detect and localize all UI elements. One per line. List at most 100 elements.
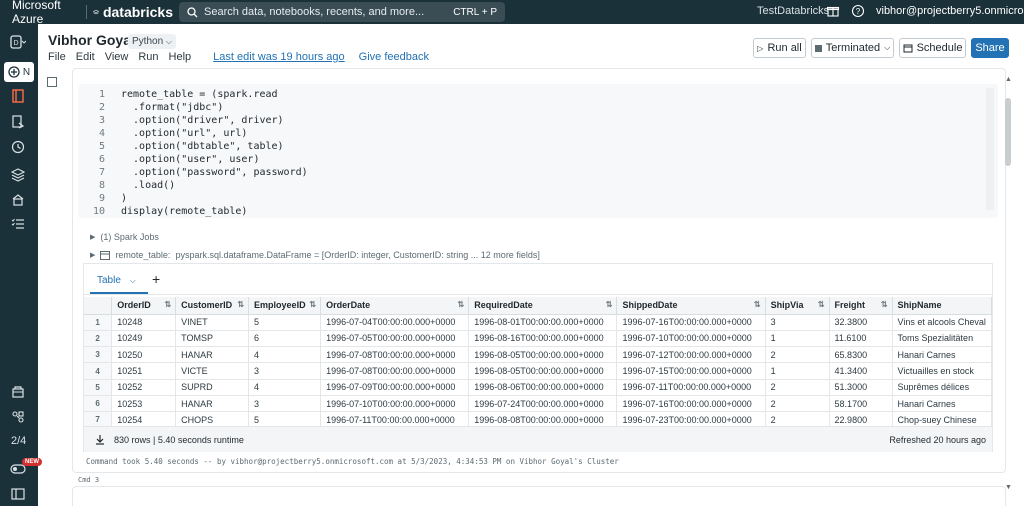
table-cell[interactable]: 1996-07-15T00:00:00.000+0000 xyxy=(616,362,766,380)
spark-jobs-toggle[interactable]: ▶ (1) Spark Jobs xyxy=(90,232,159,242)
table-cell[interactable]: 1996-07-10T00:00:00.000+0000 xyxy=(320,395,470,413)
table-cell[interactable]: 3 xyxy=(248,362,322,380)
table-cell[interactable]: 2 xyxy=(765,346,830,364)
row-number[interactable]: 1 xyxy=(84,314,113,331)
column-header[interactable]: ShippedDate ⇅ xyxy=(616,297,766,315)
table-row[interactable]: 6 10253 HANAR 3 1996-07-10T00:00:00.000+0000… xyxy=(84,395,993,413)
table-cell[interactable]: VINET xyxy=(175,314,250,331)
table-cell[interactable]: 10248 xyxy=(111,314,177,331)
recents-clock-icon[interactable] xyxy=(8,137,28,157)
partner-connect-icon[interactable] xyxy=(8,407,28,427)
language-selector[interactable]: Python ⌵ xyxy=(128,34,176,49)
table-cell[interactable]: 1996-07-16T00:00:00.000+0000 xyxy=(616,395,766,413)
user-menu[interactable]: vibhor@projectberry5.onmicrosoft... xyxy=(876,5,1024,17)
table-row[interactable]: 2 10249 TOMSP 6 1996-07-05T00:00:00.000+0000… xyxy=(84,330,993,348)
data-catalog-icon[interactable] xyxy=(8,165,28,185)
table-cell[interactable]: 41.3400 xyxy=(829,362,893,380)
next-notebook-cell[interactable] xyxy=(72,486,1006,506)
table-cell[interactable]: 2 xyxy=(765,395,830,413)
table-cell[interactable]: 1996-07-12T00:00:00.000+0000 xyxy=(616,346,766,364)
column-header[interactable]: ShipName xyxy=(892,297,993,315)
row-number[interactable]: 6 xyxy=(84,395,113,413)
table-cell[interactable]: Victuailles en stock xyxy=(892,362,993,380)
workflows-icon[interactable] xyxy=(8,214,28,234)
sort-icon[interactable]: ⇅ xyxy=(881,300,888,309)
menu-run[interactable]: Run xyxy=(138,51,158,63)
table-cell[interactable]: 1996-07-09T00:00:00.000+0000 xyxy=(320,379,470,396)
table-cell[interactable]: 1996-07-04T00:00:00.000+0000 xyxy=(320,314,470,331)
table-cell[interactable]: TOMSP xyxy=(175,330,250,348)
table-cell[interactable]: 10250 xyxy=(111,346,177,364)
table-cell[interactable]: 32.3800 xyxy=(829,314,893,331)
sort-icon[interactable]: ⇅ xyxy=(606,300,613,309)
table-row[interactable]: 3 10250 HANAR 4 1996-07-08T00:00:00.000+0000… xyxy=(84,346,993,364)
run-all-button[interactable]: ▷ Run all xyxy=(753,38,806,58)
sort-icon[interactable]: ⇅ xyxy=(754,300,761,309)
code-editor[interactable]: 1 remote_table = (spark.read 2 .format("j… xyxy=(78,84,998,218)
marketplace-icon[interactable] xyxy=(8,382,28,402)
table-cell[interactable]: 6 xyxy=(248,330,322,348)
menu-view[interactable]: View xyxy=(105,51,129,63)
workspace-switcher-icon[interactable]: D xyxy=(8,32,28,52)
scroll-down-icon[interactable]: ▼ xyxy=(1005,484,1012,491)
table-cell[interactable]: 11.6100 xyxy=(829,330,893,348)
table-cell[interactable]: Suprêmes délices xyxy=(892,379,993,396)
table-cell[interactable]: Hanari Carnes xyxy=(892,346,993,364)
table-cell[interactable]: 4 xyxy=(248,379,322,396)
table-cell[interactable]: 10252 xyxy=(111,379,177,396)
tab-table[interactable]: Table ⌵ xyxy=(97,275,136,286)
help-icon[interactable]: ? xyxy=(851,4,865,18)
table-cell[interactable]: 10249 xyxy=(111,330,177,348)
table-cell[interactable]: 1996-07-16T00:00:00.000+0000 xyxy=(616,314,766,331)
table-cell[interactable]: 4 xyxy=(248,346,322,364)
table-row[interactable]: 5 10252 SUPRD 4 1996-07-09T00:00:00.000+0000… xyxy=(84,379,993,396)
collapse-sidebar-icon[interactable] xyxy=(8,484,28,504)
table-cell[interactable]: VICTE xyxy=(175,362,250,380)
repos-icon[interactable] xyxy=(8,112,28,132)
table-cell[interactable]: 1996-08-06T00:00:00.000+0000 xyxy=(468,379,618,396)
workspace-icon[interactable] xyxy=(8,86,28,106)
column-header[interactable]: OrderDate ⇅ xyxy=(320,297,470,315)
table-cell[interactable]: Hanari Carnes xyxy=(892,395,993,413)
share-button[interactable]: Share xyxy=(971,38,1009,58)
column-header[interactable]: CustomerID ⇅ xyxy=(175,297,250,315)
sort-icon[interactable]: ⇅ xyxy=(458,300,465,309)
menu-help[interactable]: Help xyxy=(169,51,192,63)
global-search-input[interactable]: Search data, notebooks, recents, and mor… xyxy=(179,2,505,22)
new-button[interactable]: N xyxy=(4,62,34,82)
column-header[interactable]: OrderID ⇅ xyxy=(111,297,177,315)
menu-file[interactable]: File xyxy=(48,51,66,63)
table-cell[interactable]: 10251 xyxy=(111,362,177,380)
table-cell[interactable]: 1996-07-08T00:00:00.000+0000 xyxy=(320,346,470,364)
table-cell[interactable]: 58.1700 xyxy=(829,395,893,413)
table-cell[interactable]: 10253 xyxy=(111,395,177,413)
table-cell[interactable]: Vins et alcools Cheval xyxy=(892,314,993,331)
table-of-contents-icon[interactable] xyxy=(47,77,57,87)
table-cell[interactable]: 1996-07-05T00:00:00.000+0000 xyxy=(320,330,470,348)
sort-icon[interactable]: ⇅ xyxy=(309,300,316,309)
table-cell[interactable]: 3 xyxy=(765,314,830,331)
row-number[interactable]: 3 xyxy=(84,346,113,364)
table-cell[interactable]: 2 xyxy=(765,379,830,396)
row-number[interactable]: 5 xyxy=(84,379,113,396)
column-header[interactable]: Freight ⇅ xyxy=(829,297,893,315)
table-cell[interactable]: 1996-08-01T00:00:00.000+0000 xyxy=(468,314,618,331)
add-visualization-button[interactable]: + xyxy=(152,271,160,287)
menu-edit[interactable]: Edit xyxy=(76,51,95,63)
schedule-button[interactable]: Schedule xyxy=(899,38,966,58)
table-cell[interactable]: HANAR xyxy=(175,395,250,413)
table-row[interactable]: 1 10248 VINET 5 1996-07-04T00:00:00.000+0000… xyxy=(84,314,993,331)
page-indicator[interactable]: 2/4 xyxy=(11,435,26,447)
code-scrollbar[interactable] xyxy=(986,88,994,210)
databricks-logo[interactable]: databricks xyxy=(93,4,173,20)
column-header[interactable]: EmployeeID ⇅ xyxy=(248,297,322,315)
table-cell[interactable]: 65.8300 xyxy=(829,346,893,364)
table-cell[interactable]: 5 xyxy=(248,314,322,331)
table-cell[interactable]: 1996-07-11T00:00:00.000+0000 xyxy=(616,379,766,396)
row-number[interactable]: 2 xyxy=(84,330,113,348)
table-cell[interactable]: 51.3000 xyxy=(829,379,893,396)
table-cell[interactable]: 1996-07-08T00:00:00.000+0000 xyxy=(320,362,470,380)
cluster-status-button[interactable]: Terminated ⌵ xyxy=(811,38,894,58)
row-number[interactable]: 4 xyxy=(84,362,113,380)
scroll-thumb[interactable] xyxy=(1005,98,1011,166)
